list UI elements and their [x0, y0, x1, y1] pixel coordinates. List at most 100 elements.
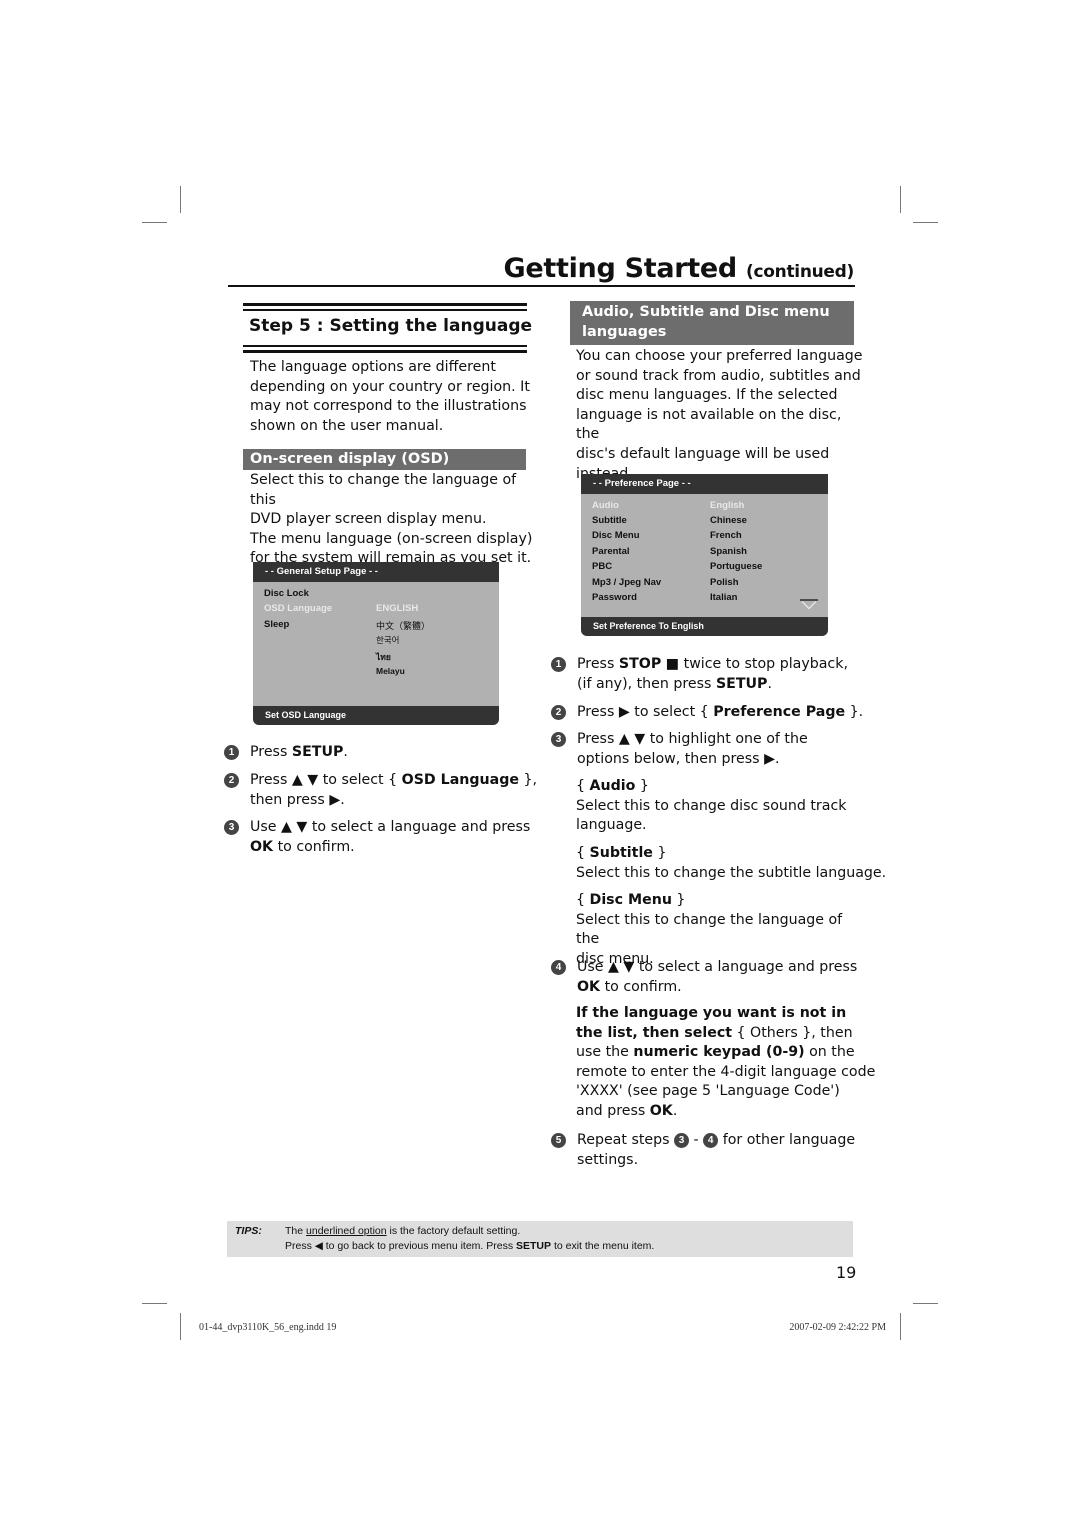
option-name: Audio: [589, 778, 636, 794]
text: then press ▶.: [250, 791, 345, 808]
option-audio: { Audio } Select this to change disc sou…: [576, 777, 866, 836]
option-french[interactable]: French: [710, 530, 742, 541]
text: is the factory default setting.: [386, 1225, 521, 1237]
option-spanish[interactable]: Spanish: [710, 546, 747, 557]
menu-item-disc-menu[interactable]: Disc Menu: [592, 530, 640, 541]
menu-item-parental[interactable]: Parental: [592, 546, 630, 557]
right-intro: You can choose your preferred language o…: [576, 347, 866, 484]
text-line: disc menu languages. If the selected: [576, 387, 838, 404]
text-line: use the numeric keypad (0-9) on the: [576, 1043, 866, 1063]
text: and press: [576, 1102, 650, 1119]
text-line: Select this to change disc sound track: [576, 797, 847, 814]
menu-title: - - Preference Page - -: [581, 474, 828, 494]
option-portuguese[interactable]: Portuguese: [710, 561, 762, 572]
text-line: The menu language (on-screen display): [250, 530, 533, 547]
key-label: STOP: [618, 656, 662, 672]
language-not-in-list-note: If the language you want is not in the l…: [576, 1004, 876, 1122]
text: .: [672, 1102, 678, 1119]
text: .: [343, 744, 348, 760]
step-number: 4: [551, 960, 566, 975]
menu-item-audio[interactable]: Audio: [592, 500, 619, 511]
text: for other language: [718, 1132, 856, 1148]
key-label: SETUP: [516, 1240, 552, 1252]
menu-status: Set OSD Language: [253, 706, 499, 725]
footer-timestamp: 2007-02-09 2:42:22 PM: [789, 1322, 886, 1333]
text-line: 'XXXX' (see page 5 'Language Code'): [576, 1083, 840, 1100]
option-heading: { Subtitle }: [576, 845, 667, 861]
menu-item-pbc[interactable]: PBC: [592, 561, 612, 572]
page-title-text: Getting Started: [503, 253, 737, 284]
text: Press: [250, 744, 292, 760]
step-ref: 4: [703, 1133, 719, 1148]
footer-filename: 01-44_dvp3110K_56_eng.indd 19: [199, 1322, 337, 1333]
crop-mark: [180, 186, 181, 213]
option-name: Subtitle: [589, 845, 653, 861]
step-number: 2: [551, 705, 566, 720]
text: Repeat steps: [577, 1132, 675, 1148]
option-subtitle: { Subtitle } Select this to change the s…: [576, 844, 886, 883]
option-italian[interactable]: Italian: [710, 592, 737, 603]
text-line: remote to enter the 4-digit language cod…: [576, 1063, 876, 1080]
text-line: languages: [582, 323, 667, 340]
key-label: SETUP: [715, 675, 768, 692]
step-number: 1: [224, 745, 239, 760]
option-thai[interactable]: ไทย: [376, 650, 391, 664]
right-step-5: 5 Repeat steps 3 - 4 for other language s…: [551, 1131, 861, 1171]
rule: [243, 350, 527, 353]
key-label: OK: [577, 978, 601, 995]
option-heading: { Disc Menu }: [576, 892, 686, 908]
text-line: language is not available on the disc, t…: [576, 406, 842, 443]
text: },: [518, 772, 538, 788]
option-english[interactable]: ENGLISH: [376, 603, 418, 614]
menu-item-osd-language[interactable]: OSD Language: [264, 603, 332, 614]
menu-item-password[interactable]: Password: [592, 592, 637, 603]
option-polish[interactable]: Polish: [710, 577, 739, 588]
option-korean[interactable]: 한국어: [376, 634, 399, 646]
text: .: [767, 675, 772, 692]
text: Use ▲ ▼ to select a language and press: [577, 959, 858, 975]
menu-item-disc-lock[interactable]: Disc Lock: [264, 588, 309, 599]
menu-item-subtitle[interactable]: Subtitle: [592, 515, 627, 526]
option-chinese[interactable]: 中文（繁體）: [376, 619, 430, 632]
text: to exit the menu item.: [551, 1240, 655, 1252]
text: to confirm.: [600, 978, 682, 995]
right-step-3: 3 Press ▲ ▼ to highlight one of the optio…: [551, 730, 861, 770]
step-number: 3: [224, 820, 239, 835]
right-step-1: 1 Press STOP ■ twice to stop playback, (i…: [551, 655, 861, 695]
left-step-3: 3 Use ▲ ▼ to select a language and press…: [224, 818, 534, 858]
header-rule: [228, 285, 855, 287]
osd-description: Select this to change the language of th…: [250, 471, 540, 569]
text-line: The language options are different: [250, 359, 496, 375]
option-english[interactable]: English: [710, 500, 744, 511]
text: on the: [804, 1044, 855, 1061]
text: Press ▲ ▼ to select {: [250, 772, 402, 788]
menu-item-mp3-jpeg-nav[interactable]: Mp3 / Jpeg Nav: [592, 577, 661, 588]
down-triangle-icon[interactable]: [799, 599, 819, 610]
rule: [243, 303, 527, 306]
step-number: 3: [551, 732, 566, 747]
text-line: Audio, Subtitle and Disc menu: [582, 304, 830, 320]
left-step-1: 1 Press SETUP.: [224, 743, 534, 763]
crop-mark: [900, 186, 901, 213]
text-line: the list, then select { Others }, then: [576, 1024, 866, 1044]
text: Press: [577, 656, 619, 672]
menu-title: - - General Setup Page - -: [253, 562, 499, 582]
text-line: and press OK.: [576, 1102, 866, 1122]
text: to confirm.: [273, 838, 355, 855]
text: }.: [845, 704, 864, 720]
page-number: 19: [836, 1263, 857, 1282]
tips-line-2: Press ◀ to go back to previous menu item…: [285, 1240, 654, 1252]
bold-text: If the language you want is not in: [576, 1005, 847, 1021]
rule: [243, 345, 527, 347]
tips-line-1: The underlined option is the factory def…: [285, 1225, 520, 1237]
text-line: DVD player screen display menu.: [250, 511, 487, 528]
menu-item-sleep[interactable]: Sleep: [264, 619, 289, 630]
left-intro: The language options are different depen…: [250, 358, 530, 436]
option-melayu[interactable]: Melayu: [376, 666, 405, 676]
option-chinese[interactable]: Chinese: [710, 515, 747, 526]
text-line: language.: [576, 817, 647, 834]
crop-mark: [142, 1303, 167, 1304]
option-heading: { Audio }: [576, 778, 649, 794]
underlined-text: underlined option: [306, 1225, 387, 1237]
text: Press ◀ to go back to previous menu item…: [285, 1240, 517, 1252]
